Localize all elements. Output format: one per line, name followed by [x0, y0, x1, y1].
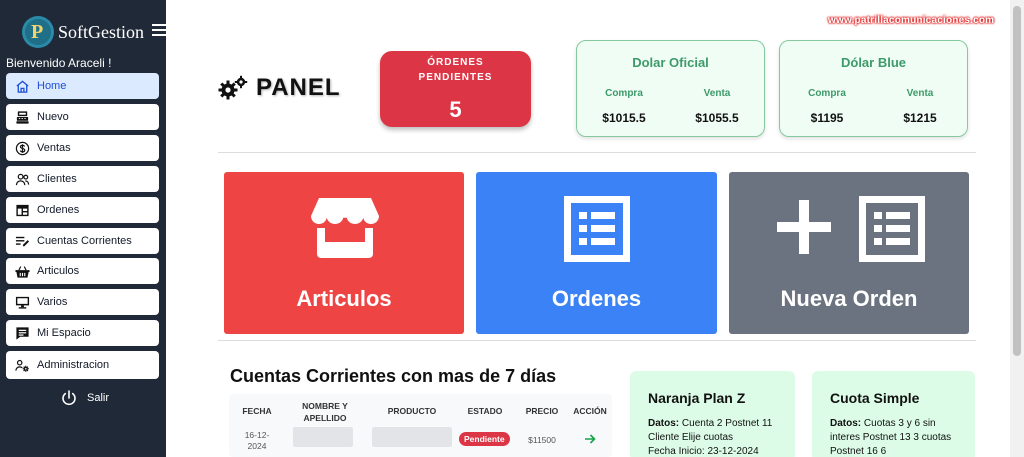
redacted-product [372, 427, 452, 447]
column-header: PRECIO [525, 406, 559, 416]
divider [218, 152, 976, 153]
arrow-right-icon[interactable] [584, 434, 596, 444]
sidebar-item-label: Cuentas Corrientes [37, 235, 132, 247]
status-badge: Pendiente [459, 432, 510, 446]
store-icon [311, 198, 379, 258]
dollar-official-buy-value: $1015.5 [602, 111, 646, 125]
sidebar-item-home[interactable]: Home [6, 73, 159, 99]
column-header: NOMBRE Y APELLIDO [302, 401, 348, 423]
page-title: PANEL [218, 74, 341, 102]
column-header: ACCIÓN [573, 406, 607, 416]
home-icon [15, 79, 30, 94]
row-precio: $11500 [528, 435, 556, 445]
sidebar-item-label: Varios [37, 296, 68, 308]
dollar-blue-sell-label: Venta [906, 88, 934, 99]
column-header: ESTADO [467, 406, 503, 416]
pending-orders-count: 5 [449, 97, 462, 122]
panel-title-text: PANEL [256, 74, 341, 101]
sidebar-item-nuevo[interactable]: Nuevo [6, 104, 159, 130]
sidebar-item-articulos[interactable]: Articulos [6, 258, 159, 284]
divider [218, 340, 976, 341]
users-icon [15, 172, 30, 187]
table-icon [15, 203, 30, 218]
monitor-icon [15, 295, 30, 310]
articulos-tile-label: Articulos [296, 286, 392, 311]
dollar-circle-icon [15, 141, 30, 156]
brand[interactable]: P SoftGestion [22, 16, 144, 48]
accounts-table: FECHA NOMBRE Y APELLIDO PRODUCTO ESTADO … [229, 394, 612, 457]
nueva-orden-tile[interactable]: Nueva Orden [729, 172, 969, 334]
redacted-name [293, 427, 353, 447]
sidebar-item-clientes[interactable]: Clientes [6, 166, 159, 192]
dollar-official-sell-value: $1055.5 [695, 111, 739, 125]
brand-logo-letter: P [31, 21, 44, 43]
menu-toggle-icon[interactable] [152, 24, 166, 36]
plus-icon [777, 200, 831, 254]
dollar-blue-title: Dólar Blue [840, 55, 906, 70]
sidebar-item-administracion[interactable]: Administracion [6, 351, 159, 379]
pending-orders-title: ÓRDENES PENDIENTES [418, 57, 493, 83]
sidebar-item-label: Ventas [37, 142, 71, 154]
sidebar: P SoftGestion Bienvenido Araceli ! Home … [0, 0, 166, 457]
logout-label: Salir [87, 392, 110, 404]
nueva-orden-tile-label: Nueva Orden [780, 286, 918, 311]
cuota-simple-title: Cuota Simple [830, 390, 920, 406]
column-header: FECHA [242, 406, 272, 416]
users-gear-icon [15, 358, 30, 373]
brand-logo-icon: P [22, 16, 54, 48]
dollar-blue-buy-label: Compra [808, 88, 846, 99]
pending-orders-card[interactable]: ÓRDENES PENDIENTES 5 [380, 51, 531, 127]
dollar-official-sell-label: Venta [703, 88, 731, 99]
articulos-tile[interactable]: Articulos [224, 172, 464, 334]
naranja-promo-extra: Fecha Inicio: 23-12-2024 [648, 446, 759, 457]
sidebar-item-label: Home [37, 80, 67, 92]
dollar-official-buy-label: Compra [605, 88, 643, 99]
logout-button[interactable]: Salir [60, 389, 109, 407]
power-icon [62, 390, 76, 406]
dollar-official-title: Dolar Oficial [632, 55, 709, 70]
list-pen-icon [15, 234, 30, 249]
gears-icon [218, 75, 248, 100]
datos-label: Datos: [830, 418, 862, 429]
datos-label: Datos: [648, 418, 680, 429]
accounts-section-title: Cuentas Corrientes con mas de 7 días [230, 366, 557, 386]
sidebar-item-label: Articulos [37, 265, 80, 277]
dollar-blue-buy-value: $1195 [810, 111, 844, 125]
page-scrollbar[interactable] [1010, 0, 1024, 457]
site-link[interactable]: www.patrillacomunicaciones.com [828, 15, 994, 26]
cuota-simple-details: Datos: Cuotas 3 y 6 sin interes Postnet … [830, 417, 957, 457]
naranja-promo-details: Datos: Cuenta 2 Postnet 11 Cliente Elije… [648, 417, 777, 457]
dollar-blue-card: Dólar Blue Compra $1195 Venta $1215 [779, 40, 968, 137]
list-document-icon [564, 196, 630, 262]
sidebar-item-ventas[interactable]: Ventas [6, 135, 159, 161]
message-square-icon [15, 326, 30, 341]
cash-register-icon [15, 110, 30, 125]
sidebar-item-label: Mi Espacio [37, 327, 91, 339]
sidebar-item-label: Clientes [37, 173, 77, 185]
sidebar-item-mi-espacio[interactable]: Mi Espacio [6, 320, 159, 346]
naranja-promo-card: Naranja Plan Z Datos: Cuenta 2 Postnet 1… [630, 371, 795, 457]
list-document-icon [859, 196, 925, 262]
sidebar-item-ordenes[interactable]: Ordenes [6, 197, 159, 223]
row-fecha: 16-12-2024 [244, 430, 270, 451]
scrollbar-thumb[interactable] [1013, 6, 1021, 356]
sidebar-item-cuentas-corrientes[interactable]: Cuentas Corrientes [6, 228, 159, 254]
naranja-promo-title: Naranja Plan Z [648, 390, 746, 406]
ordenes-tile[interactable]: Ordenes [476, 172, 717, 334]
dollar-official-card: Dolar Oficial Compra $1015.5 Venta $1055… [576, 40, 765, 137]
ordenes-tile-label: Ordenes [551, 286, 642, 311]
sidebar-item-label: Administracion [37, 359, 110, 371]
sidebar-item-label: Nuevo [37, 111, 69, 123]
welcome-text: Bienvenido Araceli ! [6, 56, 112, 70]
sidebar-item-label: Ordenes [37, 204, 80, 216]
dollar-blue-sell-value: $1215 [903, 111, 937, 125]
cuota-simple-promo-card: Cuota Simple Datos: Cuotas 3 y 6 sin int… [812, 371, 975, 457]
column-header: PRODUCTO [387, 406, 437, 416]
basket-icon [15, 264, 30, 279]
sidebar-item-varios[interactable]: Varios [6, 289, 159, 315]
brand-name: SoftGestion [58, 21, 145, 42]
